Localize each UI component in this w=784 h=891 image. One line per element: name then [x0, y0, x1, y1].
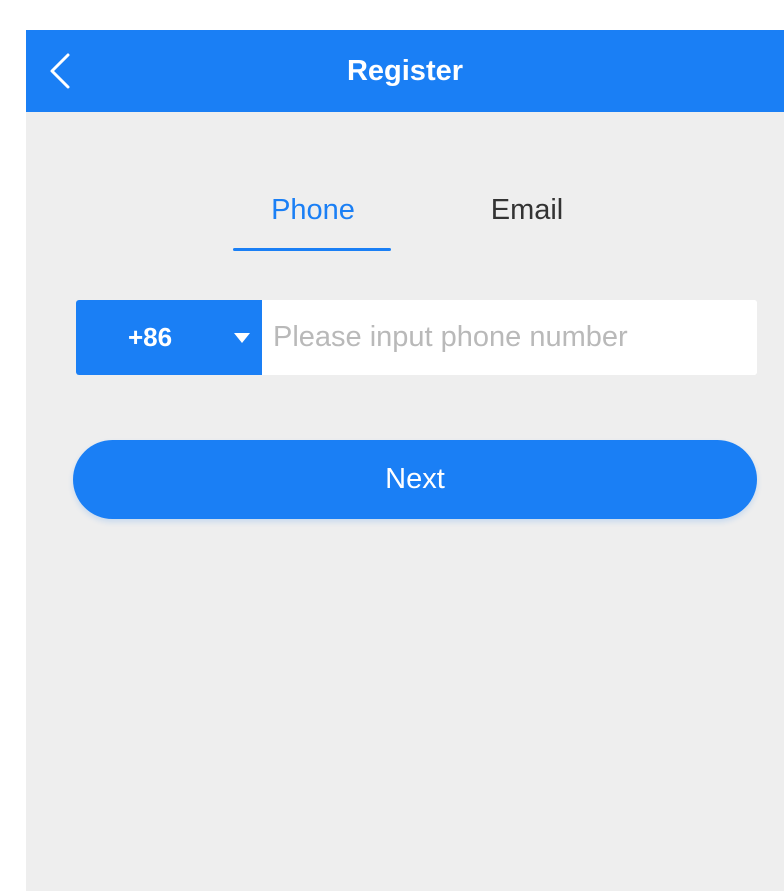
active-tab-indicator [233, 248, 391, 251]
chevron-left-icon [50, 53, 70, 89]
next-button[interactable]: Next [73, 440, 757, 519]
tab-phone[interactable]: Phone [234, 190, 392, 230]
register-screen: Register Phone Email +86 Next [26, 30, 784, 891]
country-code-value: +86 [128, 322, 173, 352]
app-header: Register [26, 30, 784, 112]
page-title: Register [346, 55, 464, 87]
phone-input-row: +86 [76, 300, 757, 375]
caret-down-icon [234, 333, 250, 343]
phone-number-input[interactable] [262, 300, 757, 375]
country-code-select[interactable]: +86 [76, 300, 262, 375]
tab-email[interactable]: Email [452, 190, 602, 230]
back-button[interactable] [48, 47, 96, 95]
register-method-tabs: Phone Email [26, 180, 784, 260]
